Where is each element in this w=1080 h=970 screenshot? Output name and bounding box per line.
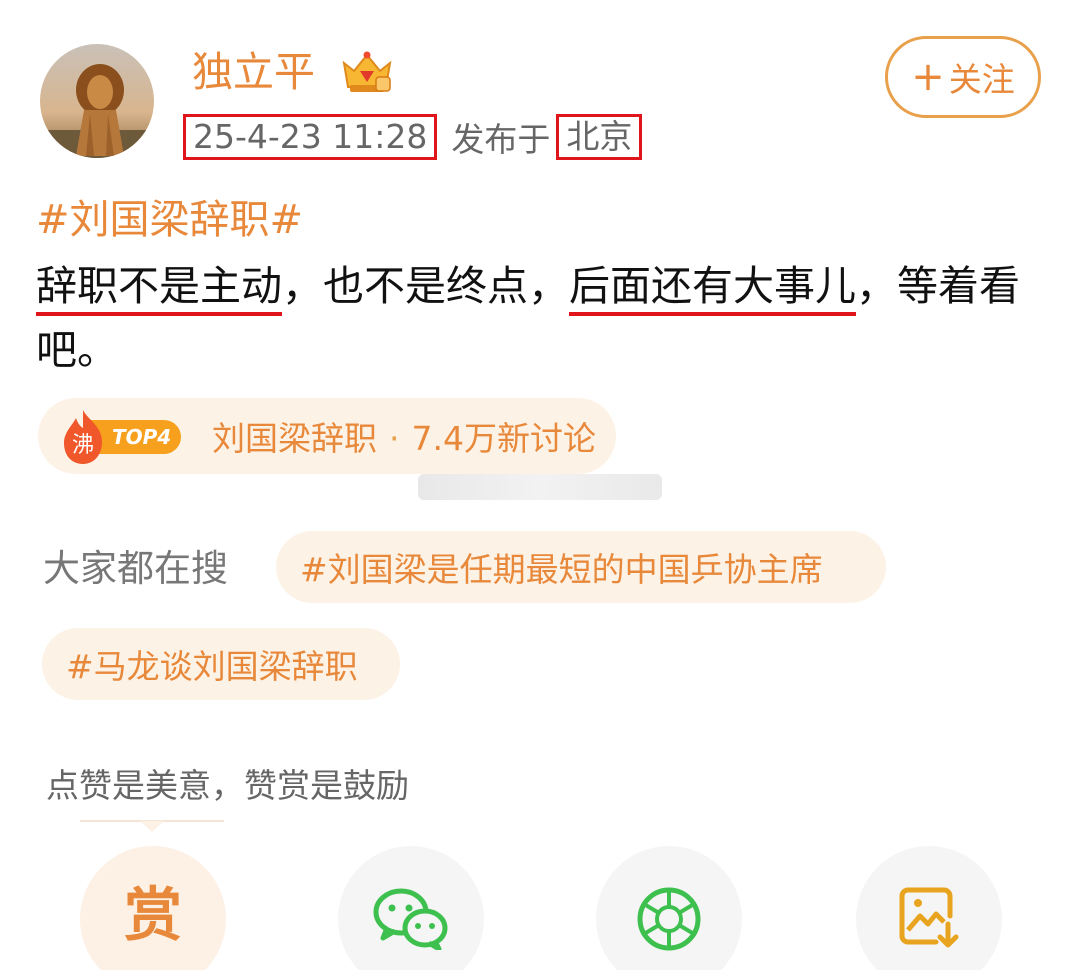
published-at-label: 发布于 [451,120,551,159]
related-search-chip[interactable]: #刘国梁是任期最短的中国乒协主席 [276,531,886,603]
avatar[interactable] [40,44,154,158]
underlined-phrase: 辞职不是主动 [36,262,282,316]
username[interactable]: 独立平 [192,44,315,100]
location: 北京 [556,114,643,160]
follow-label: 关注 [948,60,1015,99]
underlined-phrase: 后面还有大事儿 [569,262,856,316]
wechat-icon [373,888,448,950]
weibo-post: 独立平 25-4-23 11:28 发布于 北京 + 关注 #刘国梁辞职# 辞职… [0,0,1080,970]
fire-label: 沸 [72,433,94,458]
post-meta: 25-4-23 11:28 发布于 北京 [183,113,643,161]
fire-icon: 沸 [64,410,102,464]
reward-hint: 点赞是美意，赞赏是鼓励 [46,766,409,805]
moments-icon [637,887,701,951]
reward-glyph: 赏 [123,881,182,949]
vip-crown-badge-icon [342,51,392,92]
share-actions: 赏 [0,846,1080,970]
follow-button[interactable]: + 关注 [885,36,1041,118]
post-body-text: 辞职不是主动，也不是终点，后面还有大事儿，等着看吧。 [36,254,1046,382]
watermark-smudge [418,474,662,500]
trending-topic-pill[interactable]: TOP4 沸 刘国梁辞职 · 7.4万新讨论 [38,398,616,474]
share-moments-button[interactable] [596,846,742,970]
trend-separator: · [389,419,400,458]
reward-tooltip-arrow [80,820,224,832]
timestamp: 25-4-23 11:28 [183,114,438,160]
trend-text: 刘国梁辞职 · 7.4万新讨论 [212,412,596,460]
lion-avatar-image [40,44,154,158]
save-image-button[interactable] [856,846,1002,970]
related-search-label: 大家都在搜 [43,547,228,590]
body-segment: ，也不是终点， [282,262,569,310]
save-image-icon [899,887,959,948]
share-wechat-button[interactable] [338,846,484,970]
plus-icon: + [911,54,945,100]
trend-stat: 7.4万新讨论 [411,419,596,458]
trend-rank-badge: TOP4 沸 [58,410,204,464]
related-search-chip[interactable]: #马龙谈刘国梁辞职 [42,628,400,700]
reward-button[interactable]: 赏 [80,846,226,970]
trend-topic: 刘国梁辞职 [212,419,377,458]
post-hashtag[interactable]: #刘国梁辞职# [36,192,303,248]
